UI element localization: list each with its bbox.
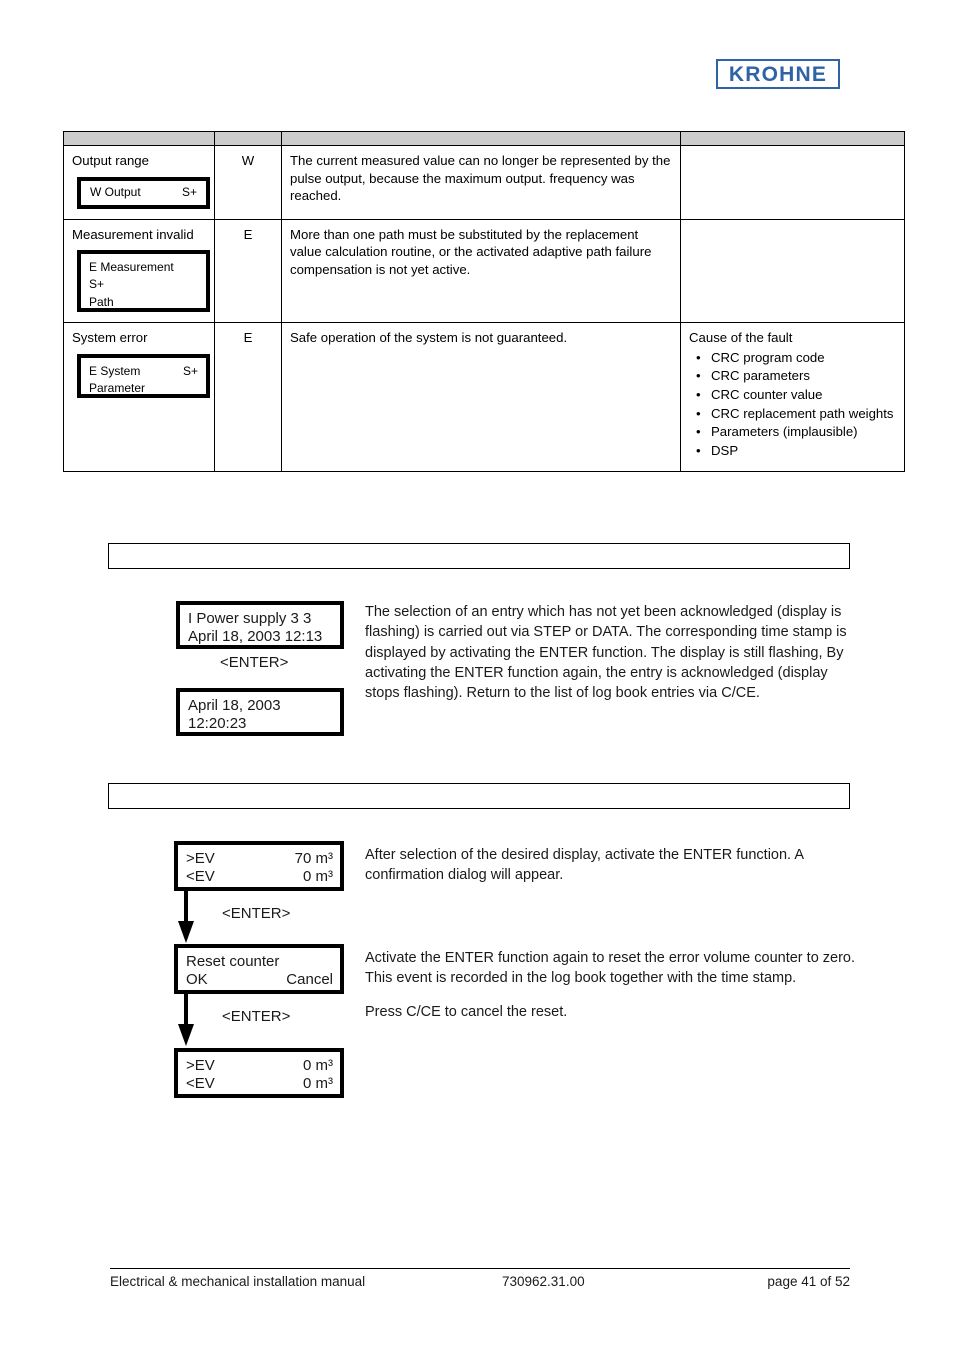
flow-arrow-down-2 [178, 992, 194, 1046]
fault-name-cell: Measurement invalid E Measurement S+ Pat… [63, 218, 215, 324]
enter-label-logbook: <ENTER> [220, 654, 289, 671]
footer-document-number: 730962.31.00 [502, 1274, 585, 1289]
fault-type-cell: W [214, 145, 282, 220]
reset-description-3-paragraph: Press C/CE to cancel the reset. [365, 1003, 568, 1020]
lcd-row1-right: 0 m³ [303, 1057, 333, 1074]
footer-divider [110, 1268, 850, 1269]
fault-description-cell: Safe operation of the system is not guar… [281, 322, 681, 473]
krohne-logo: KROHNE [716, 59, 840, 89]
cause-list-item: CRC counter value [696, 386, 896, 404]
table-header-cell-type [214, 131, 282, 146]
lcd-row2-right: 0 m³ [303, 868, 333, 886]
fault-cause-cell [680, 218, 905, 324]
lcd-display-logbook-timestamp: April 18, 2003 12:20:23 [176, 688, 344, 736]
fault-name-label: System error [72, 330, 148, 346]
lcd-display-system-error: E System S+ Parameter [77, 353, 210, 398]
cause-list-item: DSP [696, 442, 896, 460]
section-heading-bar-logbook [108, 543, 850, 569]
cause-list-item: CRC parameters [696, 367, 896, 385]
lcd-line-3: Path [89, 294, 114, 309]
lcd-row1-left: Reset counter [186, 953, 280, 970]
lcd-line-2: Parameter [89, 381, 146, 396]
footer-manual-title: Electrical & mechanical installation man… [110, 1274, 366, 1289]
cause-list: CRC program code CRC parameters CRC coun… [689, 349, 896, 460]
lcd-line-2: S+ [89, 277, 105, 292]
fault-name-label: Output range [72, 153, 149, 168]
lcd-row1-left: >EV [186, 1057, 215, 1074]
cause-list-item: Parameters (implausible) [696, 423, 896, 441]
section-heading-bar-reset [108, 783, 850, 809]
reset-description-1-paragraph: After selection of the desired display, … [365, 847, 804, 884]
lcd-line-1: April 18, 2003 [188, 697, 281, 714]
cause-list-item: CRC replacement path weights [696, 405, 896, 423]
enter-label-reset-2: <ENTER> [222, 1008, 291, 1025]
flow-arrow-down-1 [178, 889, 194, 943]
krohne-logo-text: KROHNE [728, 62, 828, 86]
lcd-display-logbook-entry: I Power supply 3 3 April 18, 2003 12:13 [176, 601, 344, 649]
footer-page-number: page 41 of 52 [767, 1274, 850, 1289]
footer: Electrical & mechanical installation man… [110, 1274, 850, 1289]
lcd-display-reset-confirm: Reset counter OK Cancel [174, 944, 344, 994]
table-row: Output range W Output S+ W The current m… [63, 145, 905, 220]
table-header-cell-name [63, 131, 215, 146]
lcd-line-1: I Power supply 3 3 [188, 610, 312, 627]
reset-ok-option[interactable]: OK [186, 971, 208, 989]
lcd-line-1: E Measurement [89, 260, 174, 275]
cause-list-item: CRC program code [696, 349, 896, 367]
lcd-line-left: W Output [90, 184, 141, 199]
reset-cancel-option[interactable]: Cancel [286, 971, 333, 989]
fault-name-cell: Output range W Output S+ [63, 145, 215, 220]
lcd-line-2: April 18, 2003 12:13 [188, 628, 323, 646]
lcd-display-output-range: W Output S+ [77, 176, 210, 209]
enter-label-reset-1: <ENTER> [222, 905, 291, 922]
cause-title: Cause of the fault [689, 330, 793, 346]
table-row: Measurement invalid E Measurement S+ Pat… [63, 218, 905, 324]
lcd-row2-right: 0 m³ [303, 1075, 333, 1093]
table-header-cell-description [281, 131, 681, 146]
lcd-line-right: S+ [181, 184, 197, 199]
lcd-line-right: S+ [182, 363, 198, 378]
fault-description-cell: The current measured value can no longer… [281, 145, 681, 220]
lcd-line-2: 12:20:23 [188, 715, 247, 733]
reset-description-2-paragraph: Activate the ENTER function again to res… [365, 950, 856, 987]
lcd-row1-right: 70 m³ [294, 850, 333, 867]
fault-cause-cell [680, 145, 905, 220]
table-row: System error E System S+ Parameter E Saf… [63, 322, 905, 473]
fault-message-table: Output range W Output S+ W The current m… [63, 131, 905, 473]
reset-description-1: After selection of the desired display, … [365, 845, 860, 886]
lcd-display-ev-after: >EV 0 m³ <EV 0 m³ [174, 1048, 344, 1098]
fault-name-label: Measurement invalid [72, 226, 194, 242]
fault-cause-cell: Cause of the fault CRC program code CRC … [680, 322, 905, 473]
reset-description-2: Activate the ENTER function again to res… [365, 948, 860, 1022]
fault-description-cell: More than one path must be substituted b… [281, 218, 681, 324]
fault-type-cell: E [214, 218, 282, 324]
table-header-cell-cause [680, 131, 905, 146]
fault-type-cell: E [214, 322, 282, 473]
lcd-display-measurement-invalid: E Measurement S+ Path [77, 250, 210, 313]
logbook-description: The selection of an entry which has not … [365, 602, 860, 703]
lcd-row1-left: >EV [186, 850, 215, 867]
logbook-description-paragraph: The selection of an entry which has not … [365, 604, 847, 702]
lcd-line-left: E System [89, 363, 141, 378]
table-header-row [63, 131, 905, 146]
lcd-display-ev-before: >EV 70 m³ <EV 0 m³ [174, 841, 344, 891]
fault-name-cell: System error E System S+ Parameter [63, 322, 215, 473]
lcd-row2-left: <EV [186, 868, 215, 886]
lcd-row2-left: <EV [186, 1075, 215, 1093]
